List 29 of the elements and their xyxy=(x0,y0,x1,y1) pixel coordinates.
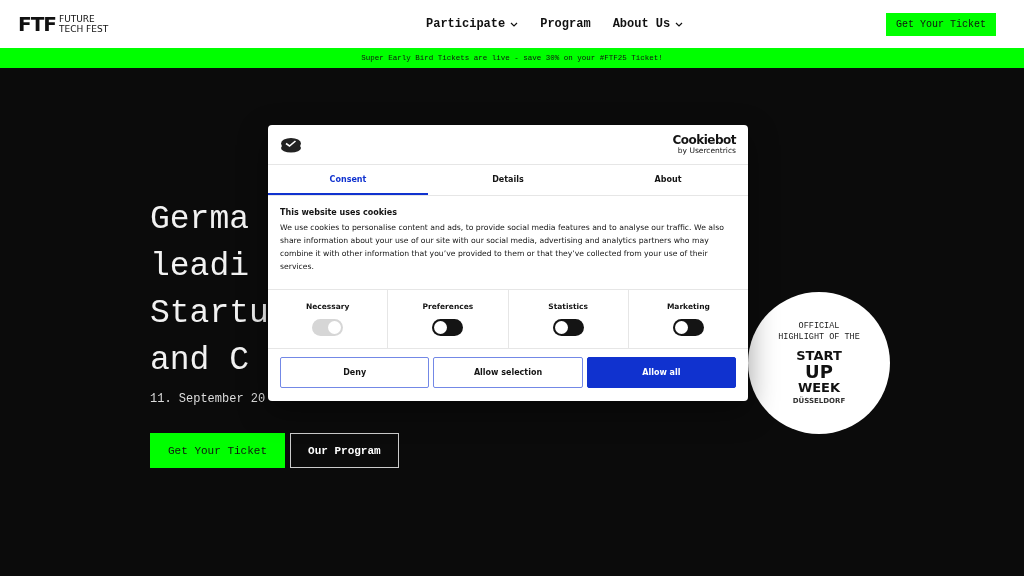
consent-button[interactable]: Allow selection xyxy=(433,357,583,388)
toggle-switch[interactable] xyxy=(432,319,464,336)
toggle-switch[interactable] xyxy=(552,319,584,336)
toggle-switch[interactable] xyxy=(672,319,704,336)
brand-name: Cookiebot xyxy=(672,134,736,146)
hero-title-line: leadi xyxy=(150,247,250,287)
event-date: 11. September 20 xyxy=(150,392,266,406)
program-button[interactable]: Our Program xyxy=(290,433,399,468)
dialog-tab[interactable]: Consent xyxy=(268,165,428,195)
logo-mark[interactable]: FTF xyxy=(18,12,56,36)
hero-title-line: and C xyxy=(150,341,250,381)
ticket-button[interactable]: Get Your Ticket xyxy=(150,433,286,468)
nav-link[interactable]: Program xyxy=(540,17,591,31)
ticket-button[interactable]: Get Your Ticket xyxy=(886,12,996,36)
chevron-down-icon xyxy=(510,21,519,27)
badge-caption: OFFICIAL HIGHLIGHT OF THE xyxy=(778,321,860,343)
consent-button[interactable]: Deny xyxy=(280,357,430,388)
hero-title-line: Germa xyxy=(150,200,250,240)
chevron-down-icon xyxy=(675,21,684,27)
hero-title-line: Startu xyxy=(150,294,269,334)
dialog-tab[interactable]: Details xyxy=(428,165,588,195)
cookie-logo-icon xyxy=(280,136,302,153)
logo-text[interactable]: FUTURE TECH FEST xyxy=(58,14,109,34)
dialog-tab[interactable]: About xyxy=(588,165,748,195)
badge-logo-text: START UP WEEK xyxy=(796,349,842,395)
nav-link[interactable]: About Us xyxy=(612,17,684,31)
nav-link[interactable]: Participate xyxy=(426,17,519,31)
dialog-heading: This website uses cookies xyxy=(280,208,398,217)
consent-button[interactable]: Allow all xyxy=(586,357,736,388)
